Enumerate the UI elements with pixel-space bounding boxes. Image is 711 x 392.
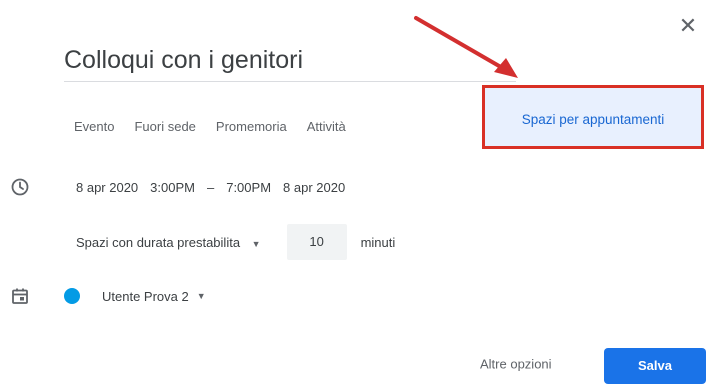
tab-promemoria[interactable]: Promemoria	[206, 107, 297, 147]
calendar-select[interactable]: Utente Prova 2 ▼	[64, 284, 206, 308]
calendar-icon	[12, 288, 28, 304]
clock-icon	[11, 178, 29, 196]
duration-unit-label: minuti	[360, 234, 396, 250]
time-separator: –	[206, 179, 215, 195]
slot-duration-row: Spazi con durata prestabilita ▼ 10 minut…	[76, 224, 395, 260]
slot-mode-label: Spazi con durata prestabilita	[76, 234, 241, 250]
more-options-button[interactable]: Altre opzioni	[480, 357, 552, 372]
duration-input[interactable]: 10	[286, 224, 347, 260]
tab-fuori-sede[interactable]: Fuori sede	[124, 107, 205, 147]
date-time-row: 8 apr 2020 3:00PM – 7:00PM 8 apr 2020	[76, 176, 357, 198]
save-button[interactable]: Salva	[604, 348, 706, 384]
chevron-down-icon: ▼	[196, 291, 206, 301]
start-time[interactable]: 3:00PM	[150, 180, 195, 195]
tab-evento[interactable]: Evento	[64, 107, 124, 147]
calendar-color-dot	[64, 288, 80, 304]
close-button[interactable]: ✕	[676, 14, 700, 38]
close-icon: ✕	[678, 13, 698, 38]
annotation-arrow	[414, 16, 518, 78]
calendar-name: Utente Prova 2	[102, 288, 189, 304]
end-time[interactable]: 7:00PM	[226, 180, 271, 195]
chevron-down-icon: ▼	[251, 238, 261, 249]
end-date[interactable]: 8 apr 2020	[283, 180, 345, 195]
tab-attivita[interactable]: Attività	[297, 107, 356, 147]
event-type-tabs: Evento Fuori sede Promemoria Attività Sp…	[64, 85, 704, 149]
slot-mode-select[interactable]: Spazi con durata prestabilita ▼	[76, 235, 261, 250]
tab-spazi-per-appuntamenti[interactable]: Spazi per appuntamenti	[482, 85, 704, 149]
start-date[interactable]: 8 apr 2020	[76, 180, 138, 195]
